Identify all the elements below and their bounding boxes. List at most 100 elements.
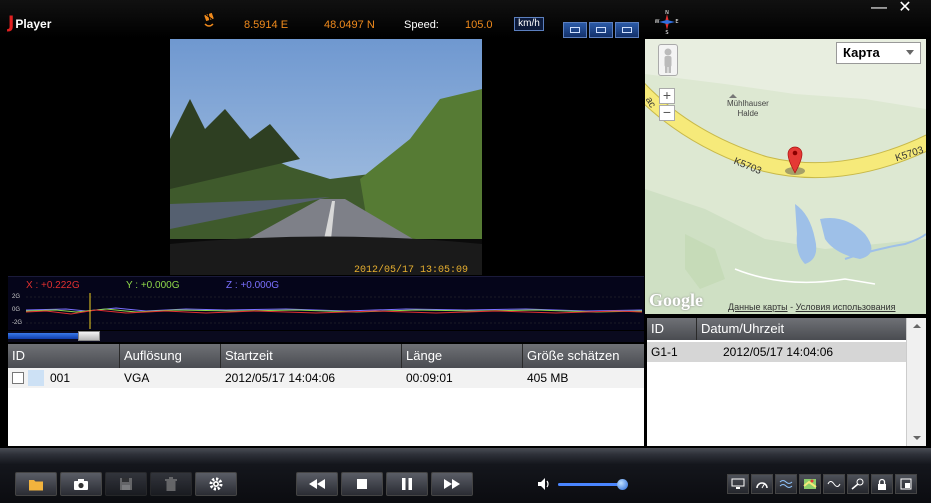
lock-icon <box>878 478 886 490</box>
column-id[interactable]: ID <box>8 344 120 368</box>
event-column-id[interactable]: ID <box>647 318 697 340</box>
open-folder-button[interactable] <box>15 472 57 496</box>
volume-slider[interactable] <box>558 479 629 490</box>
delete-button[interactable] <box>150 472 192 496</box>
window-icon <box>900 478 912 490</box>
column-resolution[interactable]: Auflösung <box>120 344 221 368</box>
stop-button[interactable] <box>341 472 383 496</box>
volume-fill <box>558 483 623 486</box>
fast-forward-icon <box>444 479 460 489</box>
place-label: Mühlhauser Halde <box>727 99 769 119</box>
graph-toggle-button[interactable] <box>823 474 845 494</box>
video-panel[interactable]: 2012/05/17 13:05:09 <box>8 39 644 276</box>
row-resolution: VGA <box>124 371 150 385</box>
compass-s: S <box>665 30 668 34</box>
settings-button[interactable] <box>195 472 237 496</box>
table-row[interactable]: 001 VGA 2012/05/17 14:04:06 00:09:01 405… <box>8 368 644 388</box>
speedometer-button[interactable] <box>751 474 773 494</box>
axis-tick-0g: 0G <box>12 307 21 313</box>
latitude-readout: 48.0497 N <box>324 19 375 31</box>
row-checkbox[interactable] <box>12 372 24 384</box>
app-title: Player <box>15 17 52 31</box>
video-image <box>170 39 482 275</box>
pause-button[interactable] <box>386 472 428 496</box>
speed-label: Speed: <box>404 19 439 31</box>
speed-unit-toggle[interactable]: km/h <box>514 17 544 31</box>
gsensor-graph: X : +0.222G Y : +0.000G Z : +0.000G 2G 0… <box>8 276 644 330</box>
gsensor-x-label: X : +0.222G <box>26 280 80 291</box>
close-button[interactable]: ✕ <box>892 0 918 18</box>
stop-icon <box>357 479 367 489</box>
longitude-readout: 8.5914 E <box>244 19 289 31</box>
zoom-in-button[interactable]: + <box>659 88 675 104</box>
column-length[interactable]: Länge <box>402 344 523 368</box>
scroll-up-icon[interactable] <box>913 324 921 328</box>
map-type-dropdown[interactable]: Карта <box>836 42 921 64</box>
export-button[interactable] <box>727 474 749 494</box>
rewind-icon <box>309 479 325 489</box>
file-table: ID Auflösung Startzeit Länge Größe schät… <box>8 344 644 446</box>
event-row[interactable]: G1-1 2012/05/17 14:04:06 <box>647 342 906 362</box>
snapshot-button[interactable] <box>60 472 102 496</box>
rotate-button[interactable] <box>775 474 797 494</box>
gsensor-z-label: Z : +0.000G <box>226 280 280 291</box>
camera-icon <box>74 478 88 490</box>
map-toggle-button[interactable] <box>799 474 821 494</box>
app-logo: J Player <box>8 13 51 33</box>
single-view-button[interactable] <box>563 22 587 38</box>
axis-tick-neg2g: -2G <box>12 320 23 326</box>
satellite-icon <box>204 12 214 27</box>
row-length: 00:09:01 <box>406 371 453 385</box>
column-start-time[interactable]: Startzeit <box>221 344 402 368</box>
map-view-button[interactable] <box>615 22 639 38</box>
logo-letter: J <box>8 13 15 33</box>
axis-tick-2g: 2G <box>12 294 21 300</box>
fullscreen-button[interactable] <box>895 474 917 494</box>
monitor-icon <box>731 478 745 489</box>
playback-progress-bar[interactable] <box>8 331 644 342</box>
zoom-out-button[interactable]: − <box>659 105 675 121</box>
event-list-header: ID Datum/Uhrzeit <box>647 318 926 340</box>
dual-view-button[interactable] <box>589 22 613 38</box>
map-panel[interactable]: + − Карта Mühlhauser Halde K5703 K5703 a… <box>645 39 926 314</box>
map-footer-separator: - <box>790 302 794 312</box>
map-data-link[interactable]: Данные карты <box>728 302 788 312</box>
title-bar: J Player 8.5914 E 48.0497 N Speed: 105.0… <box>0 0 931 38</box>
volume-thumb[interactable] <box>617 479 629 490</box>
save-button[interactable] <box>105 472 147 496</box>
compass-n: N <box>665 10 669 16</box>
gear-icon <box>209 477 223 491</box>
video-timestamp: 2012/05/17 13:05:09 <box>354 265 469 276</box>
row-start-time: 2012/05/17 14:04:06 <box>225 371 336 385</box>
speedometer-icon <box>756 482 768 489</box>
trash-icon <box>165 477 177 491</box>
rewind-button[interactable] <box>296 472 338 496</box>
row-size: 405 MB <box>527 371 569 385</box>
map-type-label: Карта <box>843 45 880 60</box>
lock-button[interactable] <box>871 474 893 494</box>
street-view-pegman-icon[interactable] <box>658 44 678 76</box>
column-size[interactable]: Größe schätzen <box>523 344 644 368</box>
scroll-down-icon[interactable] <box>913 436 921 440</box>
map-canvas <box>645 39 926 314</box>
progress-thumb[interactable] <box>77 331 100 341</box>
waves-icon <box>779 480 793 488</box>
row-id: 001 <box>50 371 71 385</box>
gsensor-y-label: Y : +0.000G <box>126 280 180 291</box>
key-icon <box>851 478 864 490</box>
event-row-id: G1-1 <box>651 345 678 359</box>
search-button[interactable] <box>847 474 869 494</box>
chevron-down-icon <box>906 50 914 55</box>
folder-icon <box>29 479 43 490</box>
map-icon <box>803 479 817 489</box>
speaker-icon[interactable] <box>537 477 551 491</box>
map-terms-link[interactable]: Условия использования <box>796 302 896 312</box>
event-list-scrollbar[interactable] <box>906 318 926 446</box>
event-column-datetime[interactable]: Datum/Uhrzeit <box>697 318 906 340</box>
fast-forward-button[interactable] <box>431 472 473 496</box>
minimize-button[interactable]: — <box>866 0 892 18</box>
place-name-line1: Mühlhauser <box>727 99 769 108</box>
speed-value: 105.0 <box>465 19 493 31</box>
event-row-datetime: 2012/05/17 14:04:06 <box>723 345 834 359</box>
map-footer: Данные карты - Условия использования <box>728 302 896 312</box>
